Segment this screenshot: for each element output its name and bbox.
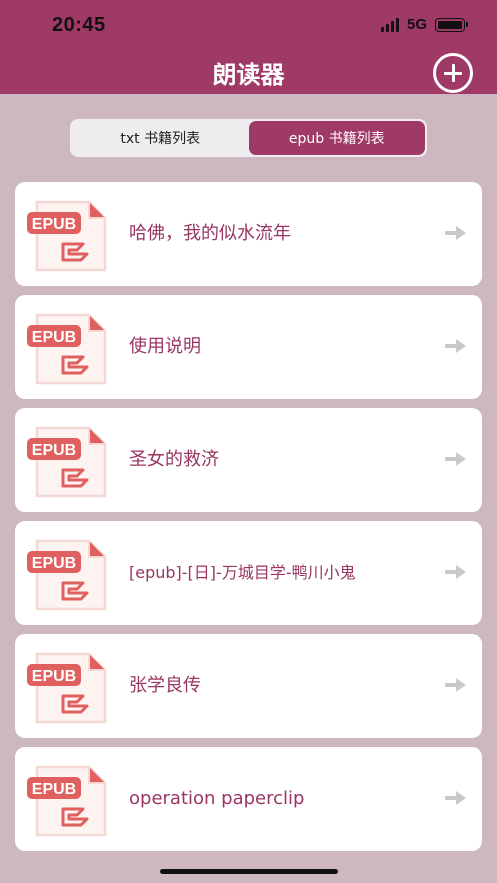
arrow-right-icon [445,791,466,805]
epub-file-icon: EPUB [27,539,107,611]
network-type: 5G [406,16,427,33]
book-title: [epub]-[日]-万城目学-鸭川小鬼 [129,563,356,582]
arrow-right-icon [445,452,466,466]
epub-file-icon: EPUB [27,426,107,498]
svg-text:EPUB: EPUB [32,329,76,346]
epub-file-icon: EPUB [27,652,107,724]
book-title: operation paperclip [129,788,305,809]
book-title: 张学良传 [129,675,201,696]
arrow-right-icon [445,565,466,579]
book-title: 哈佛，我的似水流年 [129,223,291,244]
arrow-right-icon [445,678,466,692]
svg-text:EPUB: EPUB [32,216,76,233]
svg-text:EPUB: EPUB [32,442,76,459]
epub-file-icon: EPUB [27,313,107,385]
plus-circle-icon[interactable] [433,53,473,93]
tab-epub-books[interactable]: epub 书籍列表 [248,121,425,155]
epub-file-icon: EPUB [27,200,107,272]
list-item[interactable]: EPUB operation paperclip [15,747,482,851]
list-item[interactable]: EPUB [epub]-[日]-万城目学-鸭川小鬼 [15,521,482,625]
svg-text:EPUB: EPUB [32,668,76,685]
list-item[interactable]: EPUB 哈佛，我的似水流年 [15,182,482,286]
tab-txt-books[interactable]: txt 书籍列表 [72,121,249,155]
top-bar: 20:45 5G 朗读器 [0,0,497,94]
page-title: 朗读器 [212,61,285,89]
epub-file-icon: EPUB [27,765,107,837]
arrow-right-icon [445,226,466,240]
arrow-right-icon [445,339,466,353]
list-type-segment: txt 书籍列表 epub 书籍列表 [70,119,427,157]
signal-bars-icon [380,17,399,32]
list-item[interactable]: EPUB 张学良传 [15,634,482,738]
home-indicator [160,869,338,874]
list-item[interactable]: EPUB 使用说明 [15,295,482,399]
svg-text:EPUB: EPUB [32,781,76,798]
list-item[interactable]: EPUB 圣女的救济 [15,408,482,512]
battery-full-icon [435,17,468,32]
status-indicators: 5G [380,16,468,33]
status-time: 20:45 [52,14,106,36]
svg-text:EPUB: EPUB [32,555,76,572]
book-title: 使用说明 [129,336,201,357]
book-title: 圣女的救济 [129,449,219,470]
